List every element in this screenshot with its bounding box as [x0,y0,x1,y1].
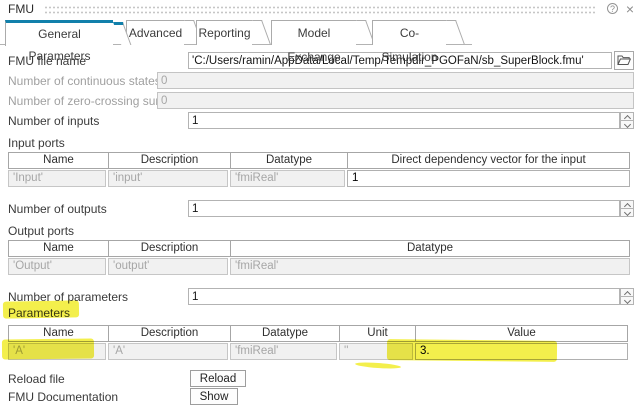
num-outputs-spinner [620,200,634,218]
tab-label: Co-Simulation [381,26,437,64]
column-header: Datatype [231,153,348,168]
parameters-header-row: Name Description Datatype Unit Value [8,325,628,342]
column-header: Description [109,241,231,256]
parameters-data-row: 'A' 'A' 'fmiReal' '' 3. [8,343,628,360]
num-inputs-input[interactable] [188,112,620,129]
reload-button[interactable]: Reload [190,370,246,387]
spinner-down-button[interactable] [620,120,634,129]
column-header: Unit [340,326,416,341]
folder-open-icon [617,55,631,66]
num-continuous-states-label: Number of continuous states [8,74,161,88]
num-outputs-label: Number of outputs [8,202,107,216]
column-header: Value [416,326,627,341]
parameter-unit-cell: '' [339,343,413,360]
input-description-cell: 'input' [108,170,228,187]
tab-co-simulation[interactable]: Co-Simulation [372,20,446,45]
column-header: Datatype [231,326,340,341]
spinner-down-button[interactable] [620,296,634,305]
tab-label: Model Exchange [287,26,340,64]
num-outputs-input[interactable] [188,200,620,217]
input-name-cell: 'Input' [8,170,106,187]
tab-label: Advanced [129,26,182,40]
tab-bar: General Parameters Advanced Reporting Mo… [0,20,472,45]
column-header: Datatype [231,241,629,256]
help-icon[interactable]: ? [607,3,618,14]
num-parameters-spinner [620,288,634,306]
input-ports-section-label: Input ports [8,136,65,150]
tab-label: Reporting [198,26,250,40]
output-ports-table: Name Description Datatype 'Output' 'outp… [8,240,630,275]
column-header: Name [9,241,109,256]
output-name-cell: 'Output' [8,258,106,275]
tab-label: General Parameters [28,27,90,63]
tab-general-parameters[interactable]: General Parameters [5,20,113,46]
num-parameters-input[interactable] [188,288,620,305]
input-ports-data-row: 'Input' 'input' 'fmiReal' 1 [8,170,630,187]
fmu-parameters-panel: FMU ? × General Parameters Advanced Repo… [0,0,639,407]
browse-file-button[interactable] [614,51,634,70]
num-zero-crossing-surfaces-input [157,92,634,109]
output-ports-data-row: 'Output' 'output' 'fmiReal' [8,258,630,275]
tab-model-exchange[interactable]: Model Exchange [271,20,356,45]
highlight-stroke-tail [355,361,401,369]
tab-reporting[interactable]: Reporting [196,20,252,45]
show-documentation-button[interactable]: Show [190,388,238,405]
column-header: Direct dependency vector for the input [348,153,629,168]
input-direct-dependency-cell[interactable]: 1 [347,170,630,187]
column-header: Description [109,326,231,341]
column-header: Description [109,153,231,168]
column-header: Name [9,326,109,341]
parameters-section-label: Parameters [8,306,70,320]
chevron-down-icon [624,297,631,304]
output-ports-header-row: Name Description Datatype [8,240,630,257]
window-title: FMU [8,2,34,16]
parameter-value-cell[interactable]: 3. [415,343,628,360]
output-description-cell: 'output' [108,258,228,275]
num-inputs-spinner [620,112,634,130]
num-parameters-label: Number of parameters [8,290,128,304]
spinner-down-button[interactable] [620,208,634,217]
input-ports-header-row: Name Description Datatype Direct depende… [8,152,630,169]
chevron-down-icon [624,209,631,216]
column-header: Name [9,153,109,168]
parameters-table: Name Description Datatype Unit Value 'A'… [8,325,628,360]
input-datatype-cell: 'fmiReal' [230,170,345,187]
parameter-name-cell: 'A' [8,343,106,360]
num-inputs-label: Number of inputs [8,114,99,128]
reload-file-label: Reload file [8,372,65,386]
fmu-documentation-label: FMU Documentation [8,390,118,404]
drag-handle-texture[interactable] [44,5,597,14]
chevron-down-icon [624,121,631,128]
num-continuous-states-input [157,72,634,89]
close-icon[interactable]: × [626,1,634,17]
parameter-description-cell: 'A' [108,343,228,360]
output-ports-section-label: Output ports [8,224,74,238]
title-bar: FMU ? × [0,0,639,19]
tab-advanced[interactable]: Advanced [126,20,184,45]
parameter-datatype-cell: 'fmiReal' [230,343,337,360]
output-datatype-cell: 'fmiReal' [230,258,630,275]
input-ports-table: Name Description Datatype Direct depende… [8,152,630,187]
